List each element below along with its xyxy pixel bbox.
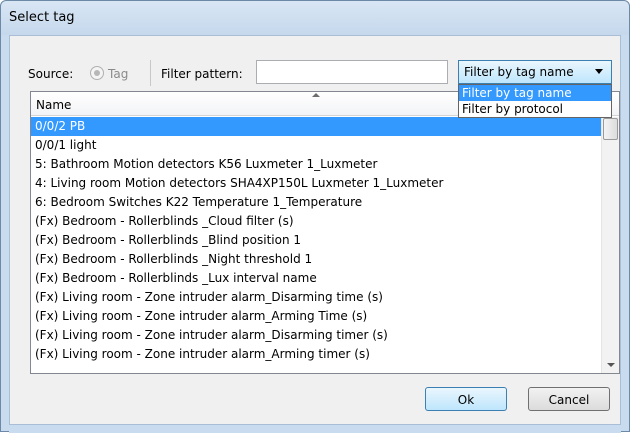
dialog-body: Source: Tag Filter pattern: Filter by ta…: [9, 35, 621, 425]
scroll-down-arrow-icon[interactable]: [607, 363, 615, 367]
list-item[interactable]: (Fx) Bedroom - Rollerblinds _Lux interva…: [31, 269, 601, 288]
vertical-scrollbar[interactable]: [601, 117, 619, 373]
filter-pattern-input[interactable]: [256, 60, 448, 84]
list-item[interactable]: 6: Bedroom Switches K22 Temperature 1_Te…: [31, 193, 601, 212]
list-item[interactable]: 4: Living room Motion detectors SHA4XP15…: [31, 174, 601, 193]
list-item[interactable]: (Fx) Living room - Zone intruder alarm_D…: [31, 326, 601, 345]
list-item[interactable]: (Fx) Bedroom - Rollerblinds _Blind posit…: [31, 231, 601, 250]
ok-button[interactable]: Ok: [425, 387, 507, 411]
title-bar[interactable]: Select tag: [1, 1, 629, 35]
list-item[interactable]: 0/0/1 light: [31, 136, 601, 155]
list-item[interactable]: 0/0/2 PB: [31, 117, 601, 136]
tag-list: Name 0/0/2 PB 0/0/1 light 5: Bathroom Mo…: [30, 91, 620, 374]
list-item[interactable]: 5: Bathroom Motion detectors K56 Luxmete…: [31, 155, 601, 174]
select-tag-dialog: Select tag Source: Tag Filter pattern: F…: [0, 0, 630, 433]
toolbar-separator: [150, 60, 151, 86]
filter-mode-dropdown: Filter by tag name Filter by protocol: [458, 84, 612, 118]
filter-mode-value: Filter by tag name: [464, 65, 574, 79]
filter-pattern-label: Filter pattern:: [161, 67, 243, 81]
chevron-down-icon: [595, 69, 603, 74]
filter-mode-select[interactable]: Filter by tag name: [458, 60, 612, 84]
column-header-label: Name: [36, 98, 72, 112]
list-item[interactable]: (Fx) Living room - Zone intruder alarm_D…: [31, 288, 601, 307]
option-filter-by-protocol[interactable]: Filter by protocol: [459, 101, 611, 117]
cancel-button[interactable]: Cancel: [528, 387, 610, 411]
list-item[interactable]: (Fx) Bedroom - Rollerblinds _Night thres…: [31, 250, 601, 269]
list-item[interactable]: (Fx) Living room - Zone intruder alarm_A…: [31, 345, 601, 364]
sort-ascending-icon: [312, 93, 320, 97]
tag-rows: 0/0/2 PB 0/0/1 light 5: Bathroom Motion …: [31, 117, 601, 364]
dialog-title: Select tag: [9, 10, 75, 25]
scrollbar-thumb[interactable]: [603, 118, 618, 140]
source-label: Source:: [28, 67, 74, 81]
tag-radio-label: Tag: [108, 67, 129, 81]
tag-radio[interactable]: [90, 66, 104, 80]
list-item[interactable]: (Fx) Bedroom - Rollerblinds _Cloud filte…: [31, 212, 601, 231]
option-filter-by-tag-name[interactable]: Filter by tag name: [459, 85, 611, 101]
list-item[interactable]: (Fx) Living room - Zone intruder alarm_A…: [31, 307, 601, 326]
